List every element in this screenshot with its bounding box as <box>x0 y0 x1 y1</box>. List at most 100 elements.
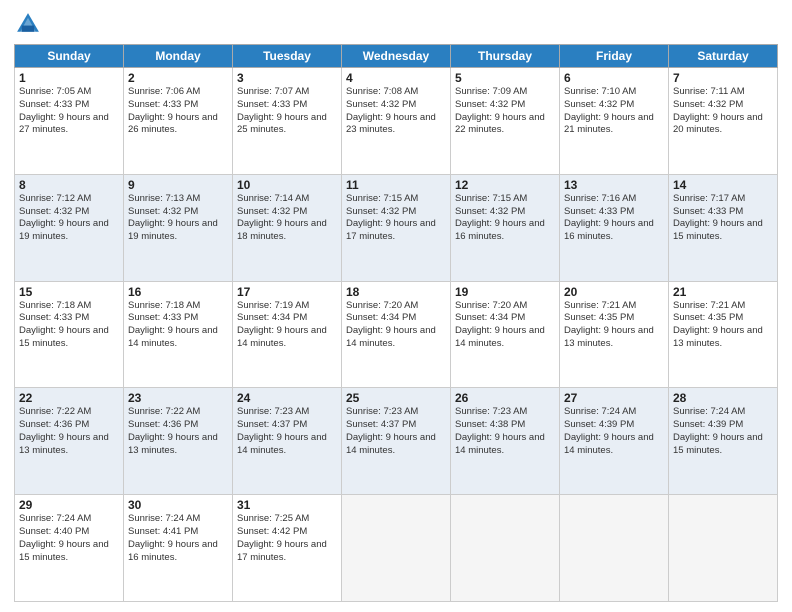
day-info: Sunrise: 7:17 AM Sunset: 4:33 PM Dayligh… <box>673 193 773 244</box>
day-info: Sunrise: 7:19 AM Sunset: 4:34 PM Dayligh… <box>237 300 337 351</box>
week-row-5: 29Sunrise: 7:24 AM Sunset: 4:40 PM Dayli… <box>15 495 778 602</box>
day-number: 19 <box>455 285 555 299</box>
day-info: Sunrise: 7:14 AM Sunset: 4:32 PM Dayligh… <box>237 193 337 244</box>
day-info: Sunrise: 7:21 AM Sunset: 4:35 PM Dayligh… <box>673 300 773 351</box>
calendar: SundayMondayTuesdayWednesdayThursdayFrid… <box>14 44 778 602</box>
day-cell: 6Sunrise: 7:10 AM Sunset: 4:32 PM Daylig… <box>560 68 669 175</box>
day-cell: 18Sunrise: 7:20 AM Sunset: 4:34 PM Dayli… <box>342 281 451 388</box>
day-cell: 11Sunrise: 7:15 AM Sunset: 4:32 PM Dayli… <box>342 174 451 281</box>
day-cell: 2Sunrise: 7:06 AM Sunset: 4:33 PM Daylig… <box>124 68 233 175</box>
day-number: 17 <box>237 285 337 299</box>
day-info: Sunrise: 7:10 AM Sunset: 4:32 PM Dayligh… <box>564 86 664 137</box>
col-header-sunday: Sunday <box>15 45 124 68</box>
day-cell: 3Sunrise: 7:07 AM Sunset: 4:33 PM Daylig… <box>233 68 342 175</box>
week-row-1: 1Sunrise: 7:05 AM Sunset: 4:33 PM Daylig… <box>15 68 778 175</box>
day-number: 3 <box>237 71 337 85</box>
day-number: 13 <box>564 178 664 192</box>
logo <box>14 10 46 38</box>
day-cell: 10Sunrise: 7:14 AM Sunset: 4:32 PM Dayli… <box>233 174 342 281</box>
day-cell: 27Sunrise: 7:24 AM Sunset: 4:39 PM Dayli… <box>560 388 669 495</box>
day-number: 28 <box>673 391 773 405</box>
day-cell: 21Sunrise: 7:21 AM Sunset: 4:35 PM Dayli… <box>669 281 778 388</box>
day-info: Sunrise: 7:08 AM Sunset: 4:32 PM Dayligh… <box>346 86 446 137</box>
day-info: Sunrise: 7:15 AM Sunset: 4:32 PM Dayligh… <box>455 193 555 244</box>
day-info: Sunrise: 7:11 AM Sunset: 4:32 PM Dayligh… <box>673 86 773 137</box>
day-info: Sunrise: 7:24 AM Sunset: 4:39 PM Dayligh… <box>564 406 664 457</box>
day-cell <box>451 495 560 602</box>
day-number: 1 <box>19 71 119 85</box>
day-cell: 20Sunrise: 7:21 AM Sunset: 4:35 PM Dayli… <box>560 281 669 388</box>
day-cell: 12Sunrise: 7:15 AM Sunset: 4:32 PM Dayli… <box>451 174 560 281</box>
day-cell: 22Sunrise: 7:22 AM Sunset: 4:36 PM Dayli… <box>15 388 124 495</box>
day-number: 15 <box>19 285 119 299</box>
day-cell: 5Sunrise: 7:09 AM Sunset: 4:32 PM Daylig… <box>451 68 560 175</box>
day-cell: 26Sunrise: 7:23 AM Sunset: 4:38 PM Dayli… <box>451 388 560 495</box>
day-info: Sunrise: 7:23 AM Sunset: 4:37 PM Dayligh… <box>346 406 446 457</box>
day-number: 2 <box>128 71 228 85</box>
day-info: Sunrise: 7:20 AM Sunset: 4:34 PM Dayligh… <box>346 300 446 351</box>
day-cell: 14Sunrise: 7:17 AM Sunset: 4:33 PM Dayli… <box>669 174 778 281</box>
day-info: Sunrise: 7:21 AM Sunset: 4:35 PM Dayligh… <box>564 300 664 351</box>
day-cell: 13Sunrise: 7:16 AM Sunset: 4:33 PM Dayli… <box>560 174 669 281</box>
col-header-wednesday: Wednesday <box>342 45 451 68</box>
day-info: Sunrise: 7:07 AM Sunset: 4:33 PM Dayligh… <box>237 86 337 137</box>
day-number: 6 <box>564 71 664 85</box>
day-number: 24 <box>237 391 337 405</box>
day-number: 22 <box>19 391 119 405</box>
day-info: Sunrise: 7:13 AM Sunset: 4:32 PM Dayligh… <box>128 193 228 244</box>
day-info: Sunrise: 7:06 AM Sunset: 4:33 PM Dayligh… <box>128 86 228 137</box>
day-info: Sunrise: 7:09 AM Sunset: 4:32 PM Dayligh… <box>455 86 555 137</box>
col-header-saturday: Saturday <box>669 45 778 68</box>
header <box>14 10 778 38</box>
day-number: 18 <box>346 285 446 299</box>
week-row-4: 22Sunrise: 7:22 AM Sunset: 4:36 PM Dayli… <box>15 388 778 495</box>
col-header-thursday: Thursday <box>451 45 560 68</box>
day-cell: 1Sunrise: 7:05 AM Sunset: 4:33 PM Daylig… <box>15 68 124 175</box>
day-number: 11 <box>346 178 446 192</box>
day-cell: 8Sunrise: 7:12 AM Sunset: 4:32 PM Daylig… <box>15 174 124 281</box>
logo-icon <box>14 10 42 38</box>
day-cell: 4Sunrise: 7:08 AM Sunset: 4:32 PM Daylig… <box>342 68 451 175</box>
day-cell: 19Sunrise: 7:20 AM Sunset: 4:34 PM Dayli… <box>451 281 560 388</box>
day-info: Sunrise: 7:23 AM Sunset: 4:38 PM Dayligh… <box>455 406 555 457</box>
day-info: Sunrise: 7:25 AM Sunset: 4:42 PM Dayligh… <box>237 513 337 564</box>
page: SundayMondayTuesdayWednesdayThursdayFrid… <box>0 0 792 612</box>
day-info: Sunrise: 7:22 AM Sunset: 4:36 PM Dayligh… <box>19 406 119 457</box>
day-number: 5 <box>455 71 555 85</box>
day-cell: 9Sunrise: 7:13 AM Sunset: 4:32 PM Daylig… <box>124 174 233 281</box>
day-cell <box>560 495 669 602</box>
day-number: 16 <box>128 285 228 299</box>
day-number: 14 <box>673 178 773 192</box>
day-cell <box>669 495 778 602</box>
day-number: 26 <box>455 391 555 405</box>
day-cell: 15Sunrise: 7:18 AM Sunset: 4:33 PM Dayli… <box>15 281 124 388</box>
day-info: Sunrise: 7:05 AM Sunset: 4:33 PM Dayligh… <box>19 86 119 137</box>
day-cell: 24Sunrise: 7:23 AM Sunset: 4:37 PM Dayli… <box>233 388 342 495</box>
day-number: 9 <box>128 178 228 192</box>
week-row-2: 8Sunrise: 7:12 AM Sunset: 4:32 PM Daylig… <box>15 174 778 281</box>
day-cell: 28Sunrise: 7:24 AM Sunset: 4:39 PM Dayli… <box>669 388 778 495</box>
col-header-tuesday: Tuesday <box>233 45 342 68</box>
day-info: Sunrise: 7:18 AM Sunset: 4:33 PM Dayligh… <box>19 300 119 351</box>
day-cell <box>342 495 451 602</box>
day-number: 8 <box>19 178 119 192</box>
day-cell: 29Sunrise: 7:24 AM Sunset: 4:40 PM Dayli… <box>15 495 124 602</box>
day-number: 10 <box>237 178 337 192</box>
day-cell: 31Sunrise: 7:25 AM Sunset: 4:42 PM Dayli… <box>233 495 342 602</box>
day-info: Sunrise: 7:15 AM Sunset: 4:32 PM Dayligh… <box>346 193 446 244</box>
day-cell: 17Sunrise: 7:19 AM Sunset: 4:34 PM Dayli… <box>233 281 342 388</box>
day-info: Sunrise: 7:24 AM Sunset: 4:39 PM Dayligh… <box>673 406 773 457</box>
day-info: Sunrise: 7:16 AM Sunset: 4:33 PM Dayligh… <box>564 193 664 244</box>
day-number: 25 <box>346 391 446 405</box>
day-info: Sunrise: 7:24 AM Sunset: 4:40 PM Dayligh… <box>19 513 119 564</box>
day-number: 20 <box>564 285 664 299</box>
day-number: 4 <box>346 71 446 85</box>
day-cell: 7Sunrise: 7:11 AM Sunset: 4:32 PM Daylig… <box>669 68 778 175</box>
week-row-3: 15Sunrise: 7:18 AM Sunset: 4:33 PM Dayli… <box>15 281 778 388</box>
day-info: Sunrise: 7:24 AM Sunset: 4:41 PM Dayligh… <box>128 513 228 564</box>
day-number: 27 <box>564 391 664 405</box>
day-number: 7 <box>673 71 773 85</box>
col-header-friday: Friday <box>560 45 669 68</box>
day-info: Sunrise: 7:18 AM Sunset: 4:33 PM Dayligh… <box>128 300 228 351</box>
day-number: 31 <box>237 498 337 512</box>
